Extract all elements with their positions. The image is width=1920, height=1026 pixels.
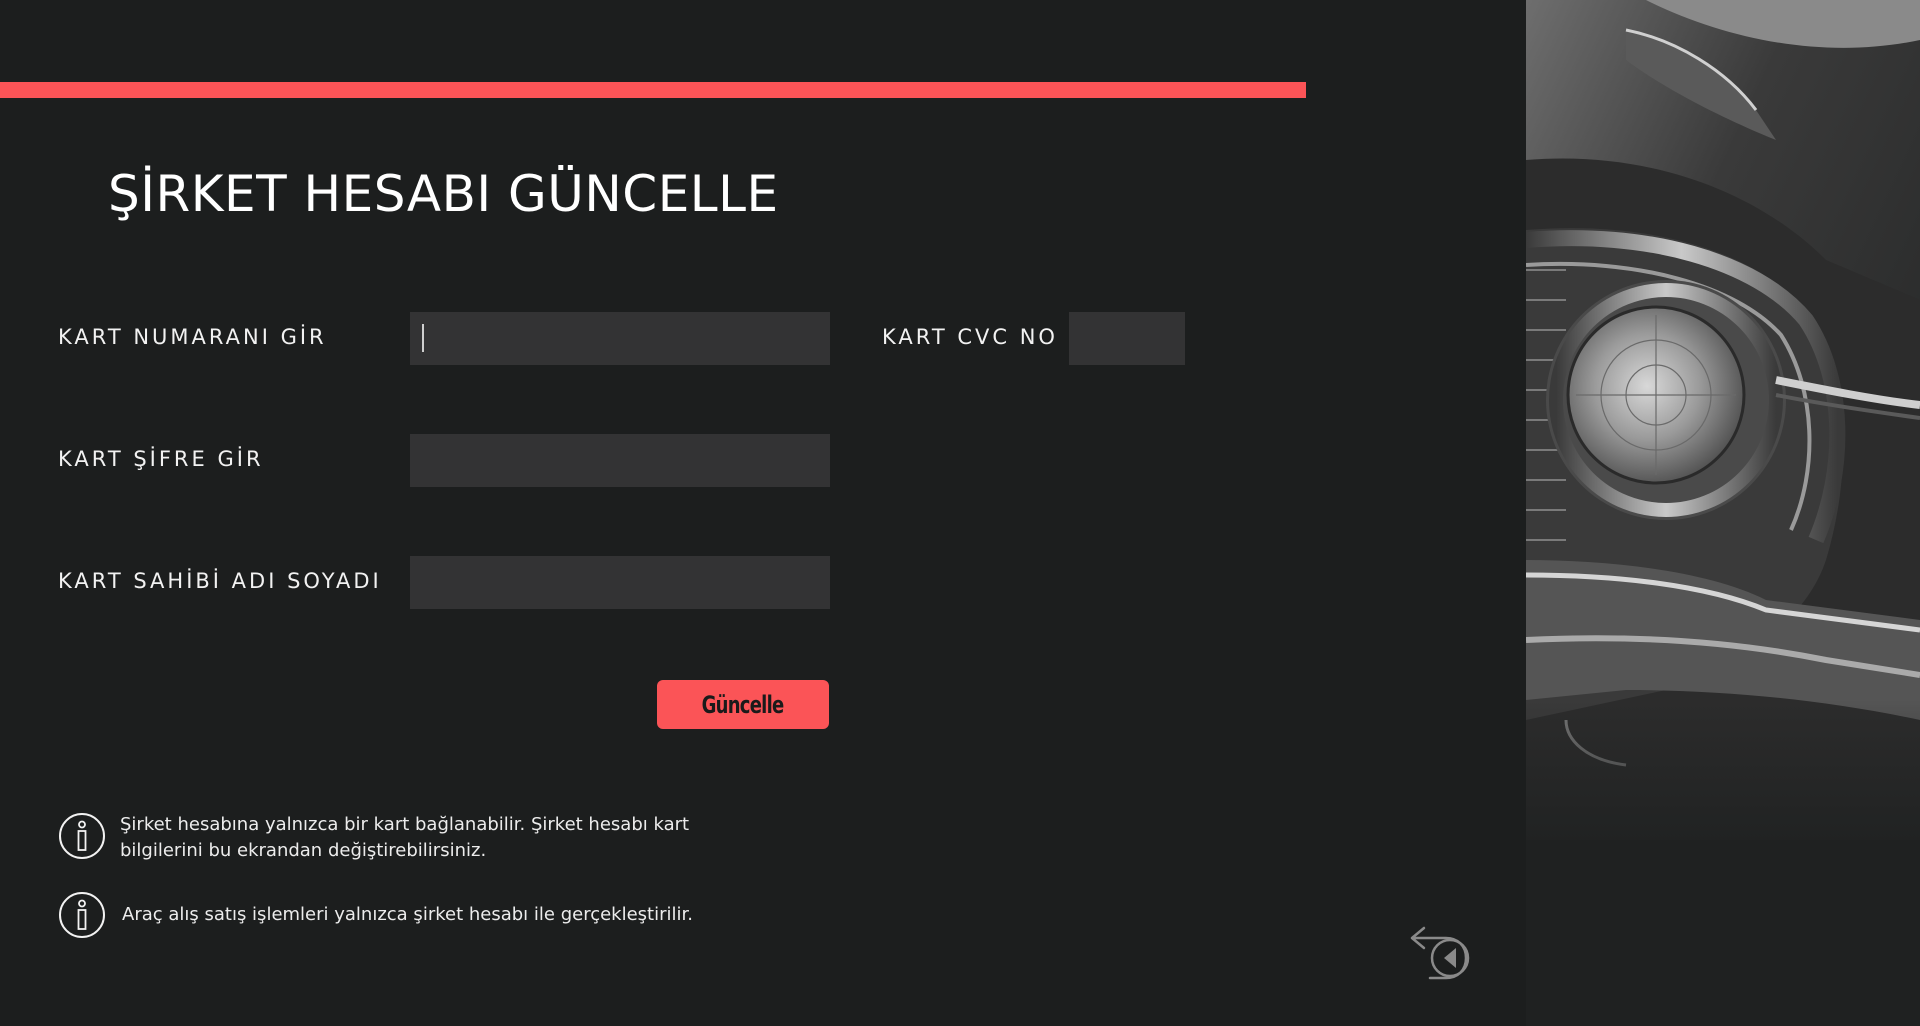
card-password-input[interactable] bbox=[410, 434, 830, 487]
card-holder-name-input[interactable] bbox=[410, 556, 830, 609]
text-caret bbox=[422, 324, 424, 352]
card-number-input[interactable] bbox=[410, 312, 830, 365]
info-note-text: Şirket hesabına yalnızca bir kart bağlan… bbox=[120, 814, 690, 861]
cvc-input[interactable] bbox=[1069, 312, 1185, 365]
card-holder-name-label: KART SAHİBİ ADI SOYADI bbox=[58, 569, 382, 593]
update-company-account-page: ŞİRKET HESABI GÜNCELLE KART NUMARANI GİR… bbox=[0, 0, 1920, 1026]
accent-bar bbox=[0, 82, 1306, 98]
info-note: Araç alış satış işlemleri yalnızca şirke… bbox=[58, 891, 722, 939]
info-icon bbox=[59, 892, 105, 938]
car-photo bbox=[1526, 0, 1920, 1026]
card-password-label: KART ŞİFRE GİR bbox=[58, 447, 264, 471]
car-headlight-image bbox=[1526, 0, 1920, 1026]
page-title: ŞİRKET HESABI GÜNCELLE bbox=[108, 165, 779, 223]
info-note-text: Araç alış satış işlemleri yalnızca şirke… bbox=[122, 904, 693, 925]
info-icon bbox=[59, 813, 105, 859]
back-arrow-icon[interactable] bbox=[1408, 924, 1472, 984]
card-number-label: KART NUMARANI GİR bbox=[58, 325, 327, 349]
info-note: Şirket hesabına yalnızca bir kart bağlan… bbox=[58, 812, 720, 864]
update-button[interactable]: Güncelle bbox=[657, 680, 829, 729]
cvc-label: KART CVC NO bbox=[882, 325, 1058, 349]
update-button-label: Güncelle bbox=[702, 690, 785, 719]
